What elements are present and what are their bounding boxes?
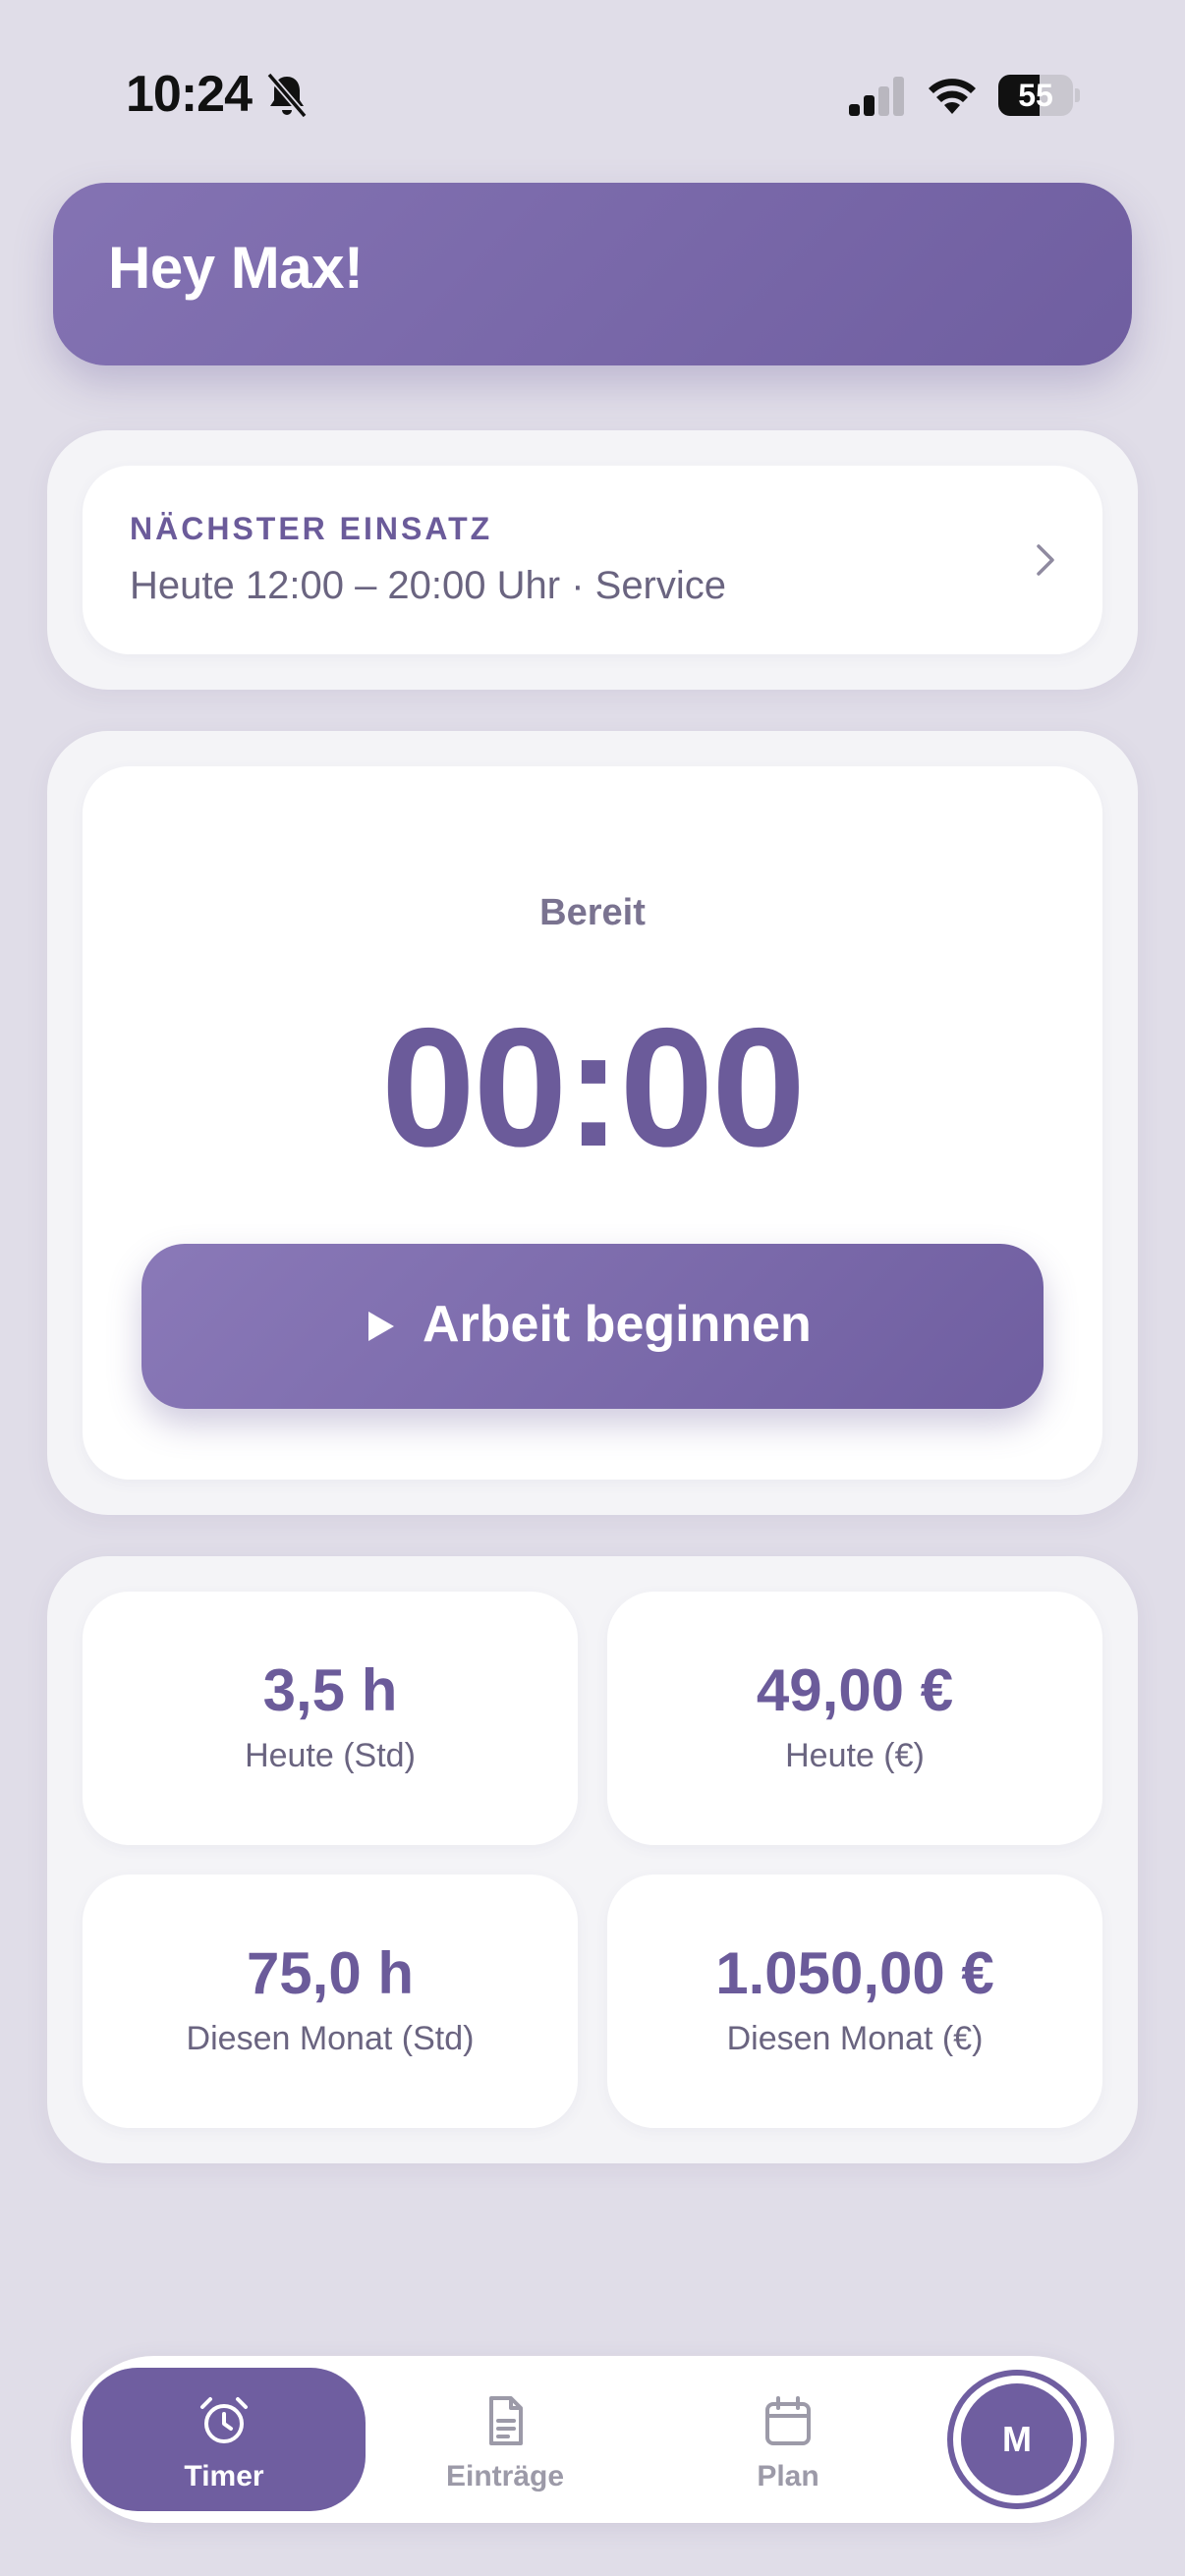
stat-card-today-hours: 3,5 h Heute (Std) (83, 1592, 578, 1845)
stat-value: 1.050,00 € (715, 1940, 994, 2006)
wifi-icon (929, 79, 976, 114)
status-bar: 10:24 55 (0, 0, 1185, 177)
play-icon (368, 1312, 394, 1341)
next-shift-panel: NÄCHSTER EINSATZ Heute 12:00 – 20:00 Uhr… (47, 430, 1138, 690)
start-work-button[interactable]: Arbeit beginnen (141, 1244, 1044, 1409)
timer-clock: 00:00 (381, 993, 806, 1182)
next-shift-card[interactable]: NÄCHSTER EINSATZ Heute 12:00 – 20:00 Uhr… (83, 466, 1102, 654)
tab-label: Timer (184, 2460, 264, 2492)
bottom-nav: Timer Einträge Plan M (71, 2356, 1114, 2523)
battery-icon: 55 (998, 73, 1080, 118)
timer-panel: Bereit 00:00 Arbeit beginnen (47, 731, 1138, 1515)
tab-label: Einträge (445, 2460, 565, 2492)
stat-value: 3,5 h (262, 1657, 398, 1723)
stat-caption: Diesen Monat (Std) (186, 2020, 475, 2057)
greeting-header: Hey Max! (53, 183, 1132, 365)
battery-level: 55 (1018, 78, 1053, 113)
tab-entries[interactable]: Einträge (364, 2368, 647, 2511)
bell-slash-icon (266, 72, 308, 119)
timer-card: Bereit 00:00 Arbeit beginnen (83, 766, 1102, 1480)
avatar-initial: M (961, 2383, 1073, 2495)
tab-plan[interactable]: Plan (647, 2368, 930, 2511)
stats-panel: 3,5 h Heute (Std) 49,00 € Heute (€) 75,0… (47, 1556, 1138, 2163)
stat-card-month-earnings: 1.050,00 € Diesen Monat (€) (607, 1875, 1102, 2128)
start-work-label: Arbeit beginnen (423, 1296, 812, 1353)
next-shift-text: Heute 12:00 – 20:00 Uhr · Service (130, 564, 727, 607)
stat-card-today-earnings: 49,00 € Heute (€) (607, 1592, 1102, 1845)
calendar-icon (765, 2396, 811, 2445)
tab-label: Plan (757, 2460, 819, 2492)
chevron-right-icon (1037, 544, 1054, 576)
tab-timer[interactable]: Timer (83, 2368, 366, 2511)
next-shift-label: NÄCHSTER EINSATZ (130, 511, 493, 546)
stat-caption: Heute (Std) (245, 1737, 416, 1774)
stat-caption: Diesen Monat (€) (726, 2020, 984, 2057)
status-time: 10:24 (126, 66, 253, 123)
greeting-text: Hey Max! (108, 235, 364, 301)
document-icon (489, 2396, 523, 2445)
stat-value: 75,0 h (246, 1940, 415, 2006)
alarm-clock-icon (200, 2397, 248, 2443)
profile-avatar-button[interactable]: M (947, 2370, 1087, 2509)
stat-caption: Heute (€) (785, 1737, 925, 1774)
timer-state: Bereit (539, 892, 646, 933)
signal-icon (849, 77, 904, 116)
stat-card-month-hours: 75,0 h Diesen Monat (Std) (83, 1875, 578, 2128)
stat-value: 49,00 € (756, 1657, 954, 1723)
